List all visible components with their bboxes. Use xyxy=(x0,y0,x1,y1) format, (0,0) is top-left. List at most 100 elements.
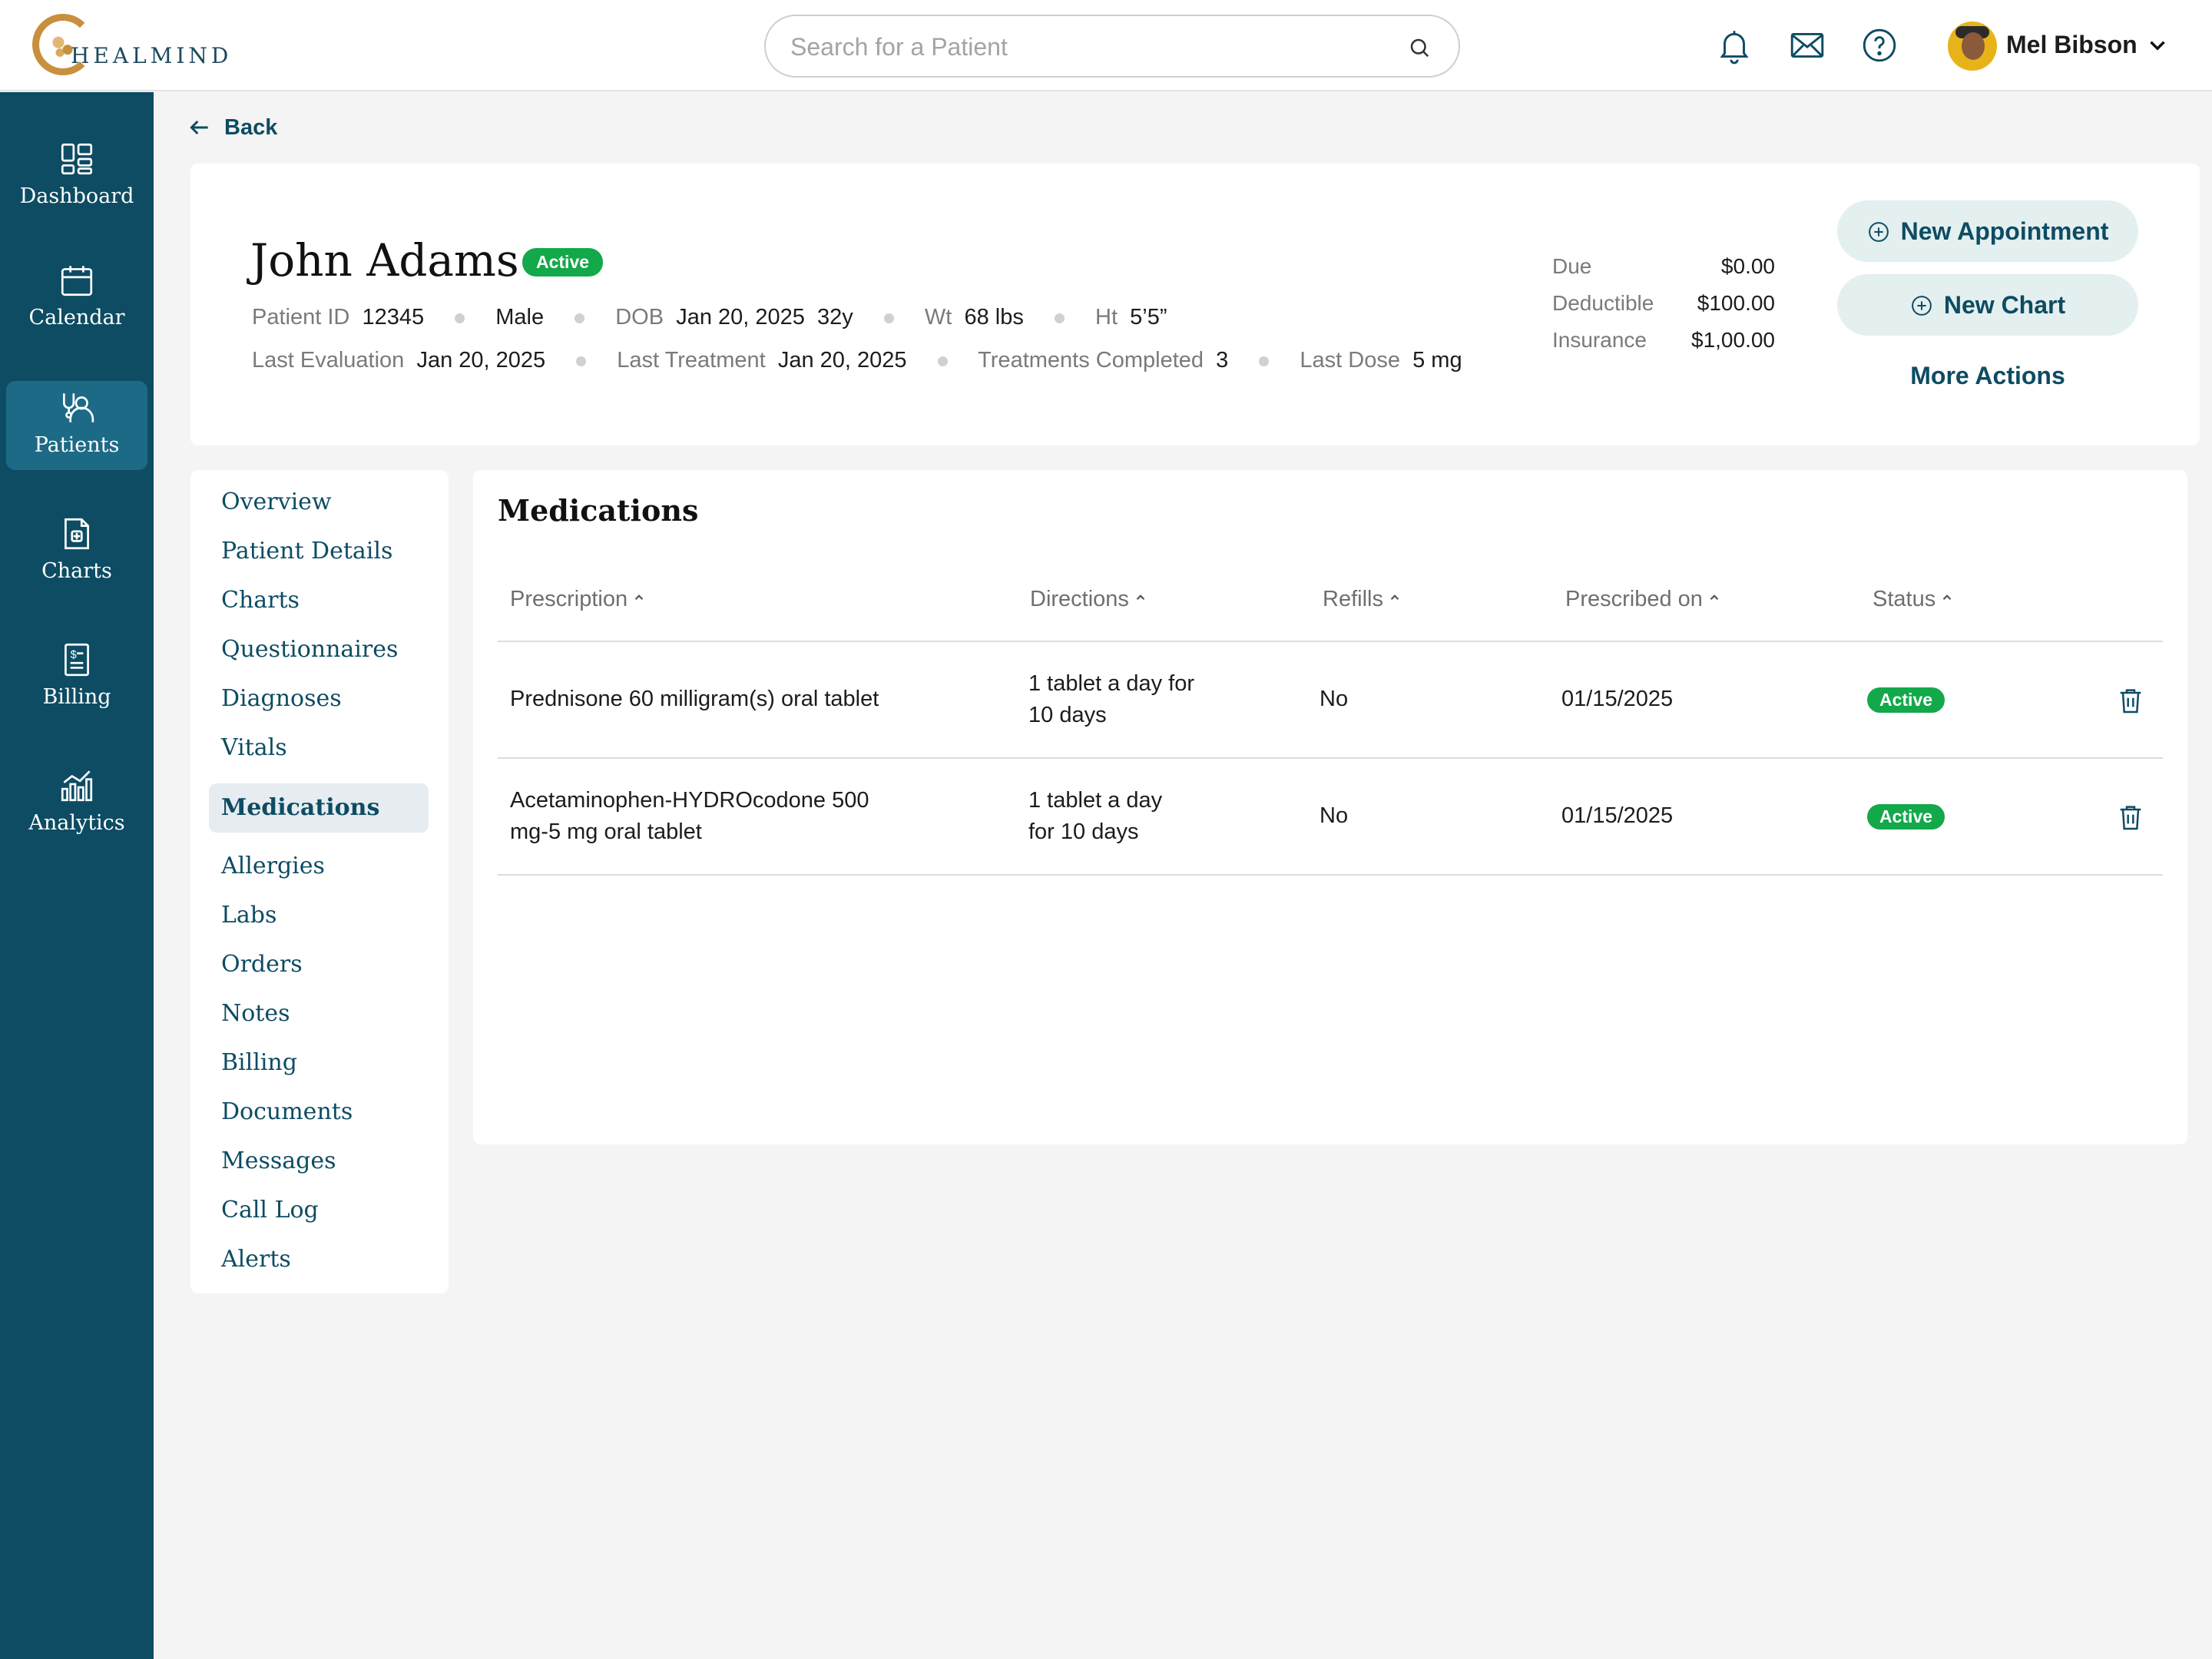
top-bar: HEALMIND Search for a Patient Mel Bibson xyxy=(0,0,2212,91)
search-placeholder: Search for a Patient xyxy=(790,33,1008,61)
subnav-item-orders[interactable]: Orders xyxy=(209,940,429,989)
notification-bell-icon[interactable] xyxy=(1715,26,1753,65)
billing-icon: $ xyxy=(65,643,89,677)
directions-line: 10 days xyxy=(1028,703,1107,727)
medications-card: Medications Prescription Directions Refi… xyxy=(473,470,2187,1144)
column-header-status[interactable]: Status xyxy=(1873,587,1954,612)
subnav-item-medications[interactable]: Medications xyxy=(209,783,429,833)
table-divider xyxy=(498,757,2163,759)
subnav-item-patient-details[interactable]: Patient Details xyxy=(209,527,429,576)
column-header-label: Prescribed on xyxy=(1565,587,1703,611)
subnav-item-billing[interactable]: Billing xyxy=(209,1038,429,1088)
separator-dot xyxy=(455,313,465,323)
sidebar-item-label: Calendar xyxy=(28,306,125,329)
sort-ascending-icon xyxy=(1136,594,1145,601)
subnav-item-charts[interactable]: Charts xyxy=(209,576,429,625)
patient-id: 12345 xyxy=(362,305,425,329)
patient-subnav: Overview Patient Details Charts Question… xyxy=(190,470,449,1293)
sidebar-item-billing[interactable]: $ Billing xyxy=(6,633,147,722)
subnav-item-alerts[interactable]: Alerts xyxy=(209,1235,429,1284)
separator-dot xyxy=(1259,356,1270,366)
sidebar-item-patients[interactable]: Patients xyxy=(6,381,147,470)
prescribed-on-cell: 01/15/2025 xyxy=(1561,803,1674,828)
subnav-item-messages[interactable]: Messages xyxy=(209,1137,429,1186)
subnav-item-overview[interactable]: Overview xyxy=(209,478,429,527)
column-header-label: Refills xyxy=(1323,587,1383,611)
separator-dot xyxy=(937,356,948,366)
new-appointment-button[interactable]: New Appointment xyxy=(1837,200,2138,262)
medications-title: Medications xyxy=(498,493,699,528)
last-evaluation-label: Last Evaluation xyxy=(252,348,405,373)
treatments-completed-value: 3 xyxy=(1216,348,1229,373)
new-chart-button[interactable]: New Chart xyxy=(1837,274,2138,336)
calendar-icon xyxy=(61,266,93,296)
column-header-prescription[interactable]: Prescription xyxy=(510,587,646,612)
subnav-item-call-log[interactable]: Call Log xyxy=(209,1186,429,1235)
age-value: 32y xyxy=(817,305,853,329)
table-divider xyxy=(498,874,2163,876)
separator-dot xyxy=(576,356,587,366)
last-evaluation-value: Jan 20, 2025 xyxy=(416,348,546,373)
directions-line: 1 tablet a day for xyxy=(1028,671,1195,696)
new-chart-label: New Chart xyxy=(1943,291,2066,319)
sort-ascending-icon xyxy=(634,594,644,601)
last-treatment-value: Jan 20, 2025 xyxy=(777,348,907,373)
analytics-icon xyxy=(61,770,93,802)
healmind-logo[interactable]: HEALMIND xyxy=(32,14,228,77)
status-badge: Active xyxy=(1867,687,1945,713)
height-label: Ht xyxy=(1095,305,1118,329)
sidebar-item-dashboard[interactable]: Dashboard xyxy=(6,132,147,221)
height-value: 5’5” xyxy=(1130,305,1167,329)
sidebar-item-calendar[interactable]: Calendar xyxy=(6,253,147,343)
trash-icon[interactable] xyxy=(2115,800,2146,834)
separator-dot xyxy=(883,313,894,323)
more-actions-button[interactable]: More Actions xyxy=(1837,362,2138,390)
deductible-value: $100.00 xyxy=(1697,291,1775,315)
weight-value: 68 lbs xyxy=(964,305,1024,329)
refills-cell: No xyxy=(1320,803,1349,828)
patients-icon xyxy=(62,393,94,422)
subnav-item-allergies[interactable]: Allergies xyxy=(209,842,429,891)
sidebar-item-charts[interactable]: Charts xyxy=(6,507,147,596)
column-header-prescribed-on[interactable]: Prescribed on xyxy=(1565,587,1721,612)
subnav-item-notes[interactable]: Notes xyxy=(209,989,429,1038)
sort-ascending-icon xyxy=(1390,594,1399,601)
column-header-directions[interactable]: Directions xyxy=(1030,587,1147,612)
table-divider xyxy=(498,641,2163,642)
directions-line: for 10 days xyxy=(1028,820,1139,844)
column-header-label: Directions xyxy=(1030,587,1129,611)
search-icon[interactable] xyxy=(1408,36,1431,59)
logo-text: HEALMIND xyxy=(71,43,233,68)
patient-name: John Adams xyxy=(250,234,519,286)
column-header-refills[interactable]: Refills xyxy=(1323,587,1402,612)
subnav-item-questionnaires[interactable]: Questionnaires xyxy=(209,625,429,674)
chevron-down-icon[interactable] xyxy=(2144,32,2171,58)
sidebar-item-label: Dashboard xyxy=(19,184,134,208)
last-dose-value: 5 mg xyxy=(1412,348,1462,373)
sidebar: Dashboard Calendar Patients Charts $ Bil… xyxy=(0,92,154,1659)
trash-icon[interactable] xyxy=(2115,684,2146,717)
help-icon[interactable] xyxy=(1860,26,1899,65)
treatments-completed-label: Treatments Completed xyxy=(978,348,1204,373)
patient-search-input[interactable]: Search for a Patient xyxy=(764,15,1460,78)
patient-meta-row-2: Last Evaluation Jan 20, 2025 Last Treatm… xyxy=(252,348,1462,373)
svg-text:$: $ xyxy=(71,649,77,661)
status-badge: Active xyxy=(522,248,604,276)
prescription-line: Acetaminophen-HYDROcodone 500 xyxy=(510,788,869,813)
subnav-item-vitals[interactable]: Vitals xyxy=(209,724,429,773)
subnav-item-labs[interactable]: Labs xyxy=(209,891,429,940)
patient-id-label: Patient ID xyxy=(252,305,350,329)
refills-cell: No xyxy=(1320,687,1349,711)
directions-cell: 1 tablet a day for 10 days xyxy=(1028,668,1194,731)
subnav-item-documents[interactable]: Documents xyxy=(209,1088,429,1137)
mail-icon[interactable] xyxy=(1788,26,1826,65)
plus-circle-icon xyxy=(1912,296,1932,316)
due-value: $0.00 xyxy=(1720,254,1775,278)
patient-header-card: John Adams Active Patient ID 12345 Male … xyxy=(190,164,2200,445)
sidebar-item-analytics[interactable]: Analytics xyxy=(6,759,147,848)
user-name: Mel Bibson xyxy=(2006,31,2137,58)
sidebar-item-label: Charts xyxy=(41,559,112,583)
subnav-item-diagnoses[interactable]: Diagnoses xyxy=(209,674,429,724)
last-treatment-label: Last Treatment xyxy=(617,348,766,373)
arrow-left-icon xyxy=(190,120,208,135)
